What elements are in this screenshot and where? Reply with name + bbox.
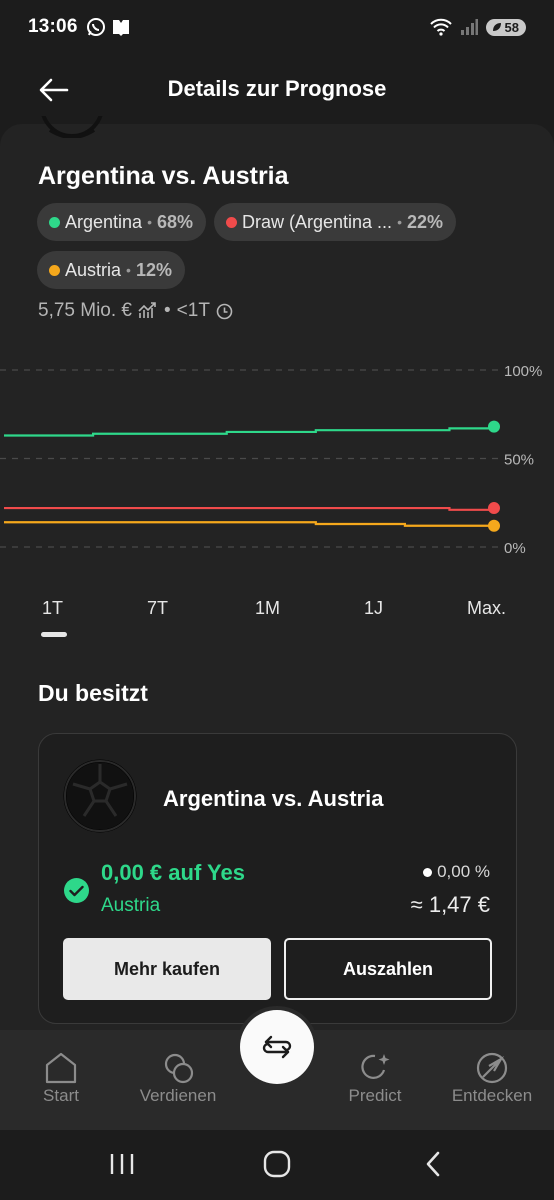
- series-end-point-0: [488, 420, 500, 433]
- home-circle-icon: [263, 1150, 291, 1178]
- check-icon: [64, 878, 89, 903]
- event-logo-peek: [40, 116, 104, 138]
- y-tick-label: 100%: [504, 363, 542, 380]
- range-max[interactable]: Max.: [467, 598, 506, 619]
- system-back-button[interactable]: [413, 1148, 453, 1180]
- outcome-pill-austria[interactable]: Austria • 12%: [37, 251, 185, 289]
- trend-chart-icon: [138, 302, 156, 318]
- range-7t[interactable]: 7T: [147, 598, 168, 619]
- nav-start[interactable]: Start: [6, 1052, 116, 1106]
- home-button[interactable]: [257, 1148, 297, 1180]
- signal-icon: [460, 19, 478, 35]
- battery-indicator: 58: [485, 18, 526, 36]
- selected-range-indicator: [41, 632, 67, 637]
- y-tick-label: 50%: [504, 452, 534, 469]
- holding-value: ≈ 1,47 €: [410, 892, 490, 917]
- chevron-left-icon: [426, 1151, 440, 1177]
- wifi-icon: [429, 18, 452, 36]
- compass-icon: [476, 1052, 508, 1084]
- arrow-left-icon: [39, 78, 69, 102]
- outcome-pills: Argentina • 68% Draw (Argentina ... • 22…: [37, 203, 517, 289]
- whatsapp-icon: [86, 18, 105, 36]
- news-icon: [112, 20, 129, 36]
- swap-arrows-icon: [262, 1035, 292, 1059]
- predict-sparkle-icon: [361, 1054, 390, 1079]
- market-meta: 5,75 Mio. € • <1T: [38, 300, 233, 322]
- holding-change: 0,00 %: [423, 862, 490, 882]
- swap-fab-button[interactable]: [240, 1010, 314, 1084]
- recent-apps-button[interactable]: [102, 1148, 142, 1180]
- series-line-0: [4, 426, 496, 437]
- range-1t[interactable]: 1T: [42, 598, 63, 619]
- holding-amount: 0,00 € auf Yes: [101, 860, 245, 885]
- battery-leaf-icon: [492, 23, 501, 31]
- buy-more-button[interactable]: Mehr kaufen: [63, 938, 271, 1000]
- status-bar: 13:06 58: [0, 0, 554, 54]
- volume-text: 5,75 Mio. €: [38, 300, 132, 321]
- series-line-2: [4, 521, 494, 527]
- soccer-ball-icon: [63, 759, 137, 833]
- change-dot: [423, 867, 433, 877]
- holding-card: Argentina vs. Austria 0,00 € auf Yes Aus…: [38, 733, 517, 1024]
- nav-verdienen[interactable]: Verdienen: [123, 1052, 233, 1106]
- range-1m[interactable]: 1M: [255, 598, 280, 619]
- holding-event-title: Argentina vs. Austria: [163, 786, 384, 811]
- time-range-selector: 1T 7T 1M 1J Max.: [0, 598, 554, 646]
- system-navigation-bar: [0, 1130, 554, 1200]
- outcome-pill-draw[interactable]: Draw (Argentina ... • 22%: [214, 203, 456, 241]
- nav-predict[interactable]: Predict: [320, 1052, 430, 1106]
- recents-icon: [110, 1154, 134, 1174]
- outcome-pill-argentina[interactable]: Argentina • 68%: [37, 203, 206, 241]
- time-left-text: <1T: [176, 300, 210, 321]
- event-title: Argentina vs. Austria: [38, 162, 289, 190]
- status-time: 13:06: [28, 16, 78, 37]
- outcome-color-dot: [226, 216, 237, 228]
- range-1j[interactable]: 1J: [364, 598, 383, 619]
- soccer-ball-icon: [41, 116, 103, 138]
- y-tick-label: 0%: [504, 540, 526, 557]
- payout-button[interactable]: Auszahlen: [284, 938, 492, 1000]
- holdings-section-title: Du besitzt: [38, 680, 148, 706]
- clock-icon: [216, 303, 233, 319]
- outcome-color-dot: [49, 264, 60, 276]
- home-icon: [45, 1052, 77, 1084]
- page-title: Details zur Prognose: [167, 76, 387, 101]
- back-button[interactable]: [34, 70, 74, 110]
- outcome-color-dot: [49, 216, 60, 228]
- series-end-point-2: [488, 519, 500, 532]
- nav-entdecken[interactable]: Entdecken: [437, 1052, 547, 1106]
- probability-chart[interactable]: 100% 50% 0%: [0, 352, 554, 562]
- top-app-bar: Details zur Prognose: [0, 62, 554, 116]
- series-line-1: [4, 506, 496, 511]
- series-end-point-1: [488, 502, 500, 515]
- holding-outcome: Austria: [101, 895, 161, 916]
- coins-icon: [164, 1053, 194, 1084]
